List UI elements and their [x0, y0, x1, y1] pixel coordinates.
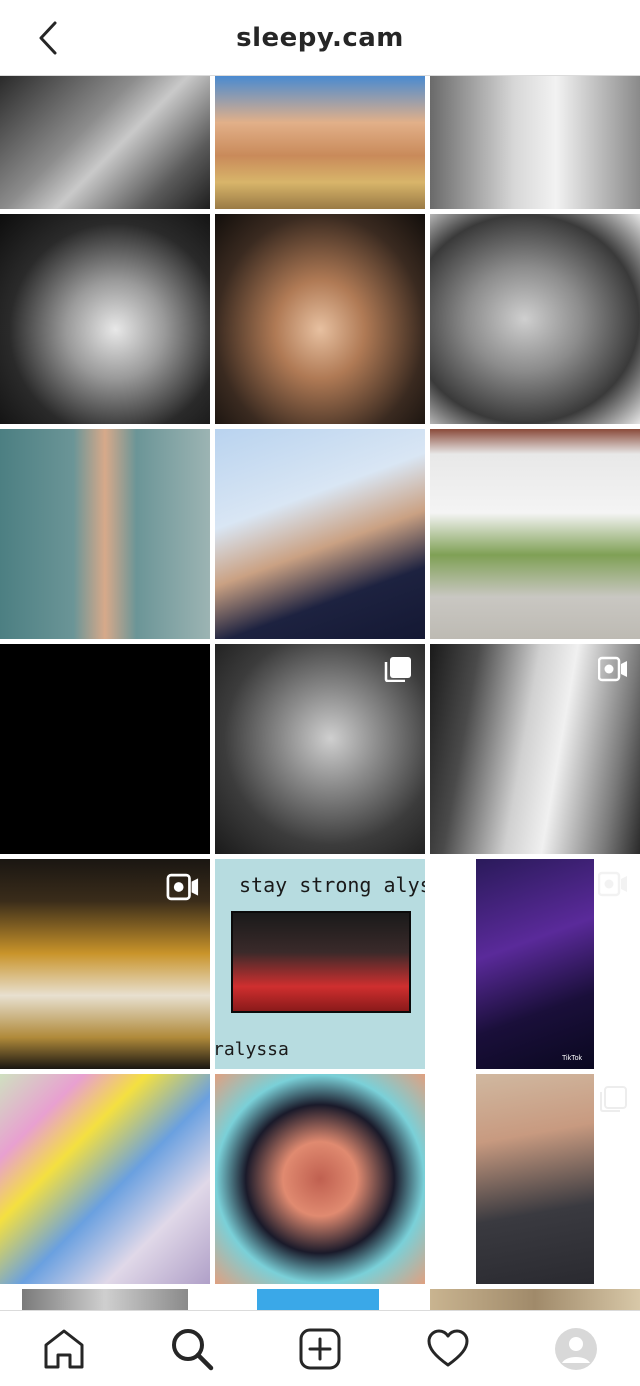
top-bar: sleepy.cam — [0, 0, 640, 76]
post-tile[interactable] — [0, 76, 210, 209]
nav-activity-button[interactable] — [416, 1317, 480, 1381]
post-tile[interactable] — [215, 1074, 425, 1284]
post-tile[interactable] — [0, 1289, 210, 1310]
post-tile[interactable] — [430, 1074, 640, 1284]
nav-profile-button[interactable] — [544, 1317, 608, 1381]
post-tile[interactable] — [0, 1074, 210, 1284]
post-tile[interactable] — [430, 214, 640, 424]
chevron-left-icon — [39, 21, 57, 55]
post-tile[interactable] — [215, 214, 425, 424]
post-tile[interactable] — [215, 429, 425, 639]
carousel-icon — [600, 1086, 627, 1112]
bottom-nav — [0, 1310, 640, 1386]
heart-icon — [427, 1329, 469, 1366]
post-tile[interactable] — [430, 429, 640, 639]
post-photo-frame — [22, 1289, 188, 1310]
igtv-icon — [166, 873, 199, 901]
carousel-icon — [384, 657, 411, 682]
avatar-icon — [555, 1327, 597, 1370]
post-tile[interactable] — [0, 859, 210, 1069]
igtv-icon — [598, 656, 627, 682]
add-square-icon — [299, 1328, 341, 1369]
post-video-frame — [476, 1074, 594, 1284]
post-photo-frame — [231, 911, 411, 1013]
post-tile[interactable] — [430, 1289, 640, 1310]
profile-username: sleepy.cam — [236, 22, 404, 53]
post-tile[interactable] — [215, 1289, 425, 1310]
post-tile[interactable] — [0, 429, 210, 639]
post-tile[interactable] — [215, 644, 425, 854]
search-icon — [172, 1328, 214, 1370]
post-tile[interactable] — [215, 76, 425, 209]
post-video-frame — [476, 859, 594, 1069]
nav-search-button[interactable] — [160, 1317, 224, 1381]
nav-new-post-button[interactable] — [288, 1317, 352, 1381]
tiktok-watermark: TikTok — [562, 1055, 582, 1062]
post-tile[interactable] — [0, 214, 210, 424]
post-caption-top: stay strong alys — [239, 873, 425, 897]
post-photo-frame — [257, 1289, 379, 1310]
post-caption-bottom: ralyssa — [215, 1039, 289, 1060]
post-tile[interactable]: stay strong alys ralyssa — [215, 859, 425, 1069]
post-tile[interactable]: TikTok — [430, 859, 640, 1069]
post-tile[interactable] — [430, 76, 640, 209]
nav-home-button[interactable] — [32, 1317, 96, 1381]
home-icon — [44, 1329, 84, 1368]
back-button[interactable] — [28, 18, 68, 58]
post-tile[interactable] — [0, 644, 210, 854]
post-grid: stay strong alys ralyssa TikTok — [0, 76, 640, 1310]
igtv-icon — [598, 871, 627, 897]
post-tile[interactable] — [430, 644, 640, 854]
